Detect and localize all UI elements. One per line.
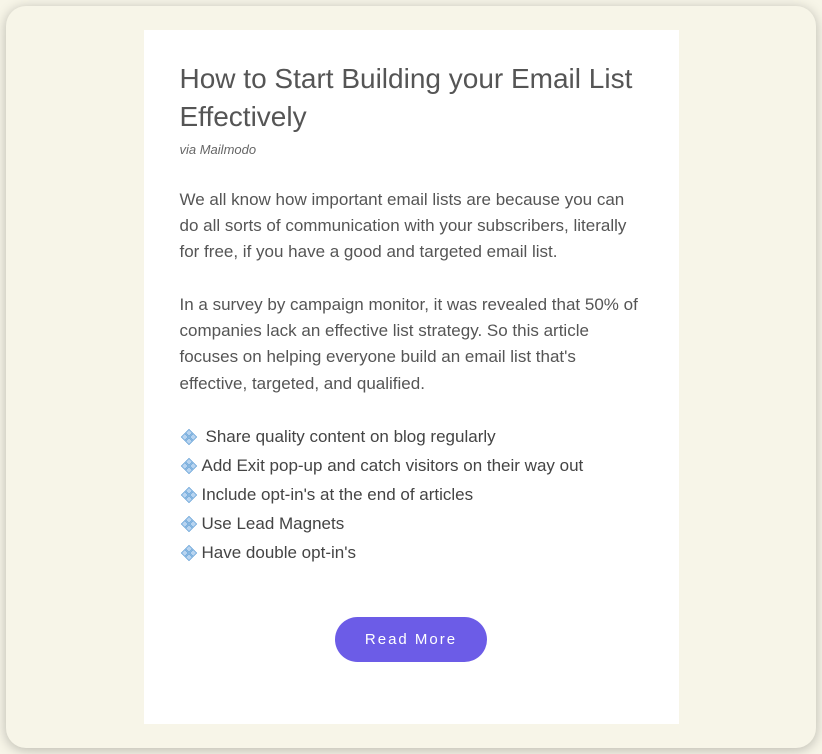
cta-container: Read More [180,617,643,662]
outer-container: How to Start Building your Email List Ef… [6,6,816,748]
diamond-icon [180,515,198,533]
list-item: Use Lead Magnets [180,510,643,539]
list-item: Share quality content on blog regularly [180,423,643,452]
read-more-button[interactable]: Read More [335,617,487,662]
list-item-text: Include opt-in's at the end of articles [202,481,474,510]
diamond-icon [180,428,198,446]
diamond-icon [180,544,198,562]
list-item: Have double opt-in's [180,539,643,568]
diamond-icon [180,486,198,504]
list-item-text: Have double opt-in's [202,539,356,568]
list-item-text: Use Lead Magnets [202,510,345,539]
email-card: How to Start Building your Email List Ef… [144,30,679,724]
article-title: How to Start Building your Email List Ef… [180,60,643,136]
list-item-text: Share quality content on blog regularly [206,423,496,452]
diamond-icon [180,457,198,475]
paragraph-1: We all know how important email lists ar… [180,187,643,266]
bullet-list: Share quality content on blog regularly … [180,423,643,567]
list-item: Add Exit pop-up and catch visitors on th… [180,452,643,481]
attribution: via Mailmodo [180,142,643,157]
list-item: Include opt-in's at the end of articles [180,481,643,510]
paragraph-2: In a survey by campaign monitor, it was … [180,292,643,397]
list-item-text: Add Exit pop-up and catch visitors on th… [202,452,584,481]
